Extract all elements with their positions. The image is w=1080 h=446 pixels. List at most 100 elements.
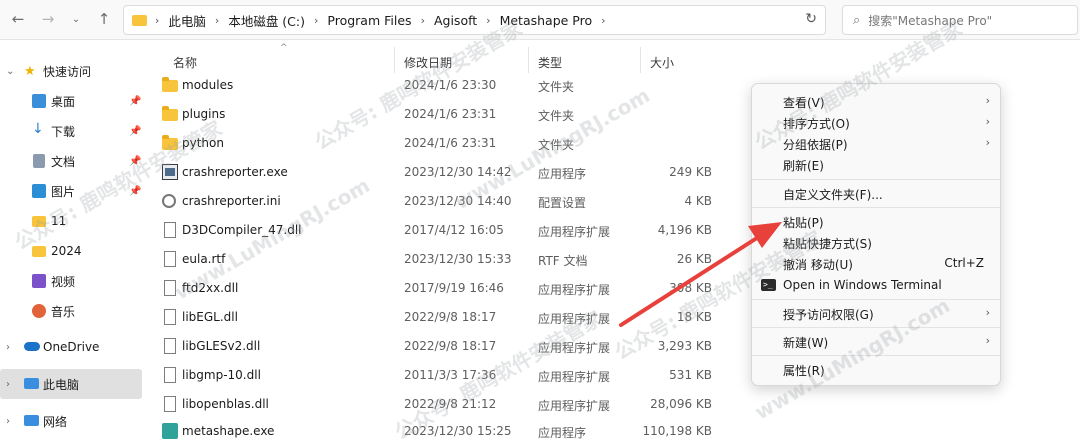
menu-item-paste[interactable]: 粘贴(P) <box>752 210 1000 232</box>
column-header-name[interactable]: 名称 <box>173 54 197 71</box>
forward-arrow-icon[interactable]: → <box>36 7 60 31</box>
file-date: 2022/9/8 18:17 <box>404 339 497 353</box>
settings-file-icon <box>162 194 176 208</box>
sidebar-item-quick-access[interactable]: ⌄ ★ 快速访问 <box>0 56 142 86</box>
chevron-right-icon: › <box>985 115 990 128</box>
chevron-down-icon[interactable]: ⌄ <box>6 66 14 77</box>
pin-icon[interactable]: 📌 <box>129 96 141 107</box>
folder-icon <box>32 216 46 227</box>
column-header-date[interactable]: 修改日期 <box>404 54 452 71</box>
sidebar-item-pictures[interactable]: 图片 📌 <box>0 176 142 206</box>
file-row[interactable]: metashape.exe 2023/12/30 15:25 应用程序 110,… <box>160 417 720 446</box>
star-icon: ★ <box>24 63 36 79</box>
pin-icon[interactable]: 📌 <box>129 126 141 137</box>
recent-chevron-icon[interactable]: ⌄ <box>64 7 88 31</box>
menu-item-properties[interactable]: 属性(R) <box>752 358 1000 380</box>
column-divider[interactable] <box>528 47 529 73</box>
file-name: libEGL.dll <box>182 310 238 324</box>
sidebar-label: 视频 <box>51 274 76 289</box>
column-header-type[interactable]: 类型 <box>538 54 562 71</box>
sidebar-item-videos[interactable]: 视频 <box>0 266 142 296</box>
sidebar-label: 下载 <box>51 124 76 139</box>
chevron-right-icon[interactable]: › <box>6 379 10 390</box>
search-placeholder: 搜索"Metashape Pro" <box>868 13 993 28</box>
menu-label: 自定义文件夹(F)... <box>783 188 883 202</box>
file-type: 文件夹 <box>538 138 575 152</box>
sidebar-item-onedrive[interactable]: › OneDrive <box>0 332 142 362</box>
file-type: 文件夹 <box>538 109 575 123</box>
file-name: eula.rtf <box>182 252 226 266</box>
menu-item-sort[interactable]: 排序方式(O) › <box>752 111 1000 133</box>
file-row[interactable]: libGLESv2.dll 2022/9/8 18:17 应用程序扩展 3,29… <box>160 332 720 361</box>
search-box[interactable]: ⌕ 搜索"Metashape Pro" <box>842 5 1078 35</box>
sidebar-item-folder-11[interactable]: 11 <box>0 206 142 236</box>
address-bar[interactable]: › 此电脑 › 本地磁盘 (C:) › Program Files › Agis… <box>123 5 826 35</box>
menu-item-new[interactable]: 新建(W) › <box>752 330 1000 352</box>
breadcrumb-this-pc[interactable]: 此电脑 <box>168 11 206 30</box>
menu-item-undo-move[interactable]: 撤消 移动(U) Ctrl+Z <box>752 252 1000 274</box>
file-name: D3DCompiler_47.dll <box>182 223 302 237</box>
file-size: 28,096 KB <box>650 397 712 411</box>
file-size: 4,196 KB <box>657 223 712 237</box>
file-row[interactable]: libopenblas.dll 2022/9/8 21:12 应用程序扩展 28… <box>160 390 720 419</box>
refresh-icon[interactable]: ↻ <box>805 11 817 27</box>
file-row[interactable]: D3DCompiler_47.dll 2017/4/12 16:05 应用程序扩… <box>160 216 720 245</box>
shortcut-key: Ctrl+Z <box>944 256 984 270</box>
up-arrow-icon[interactable]: ↑ <box>92 7 116 31</box>
file-type: 配置设置 <box>538 196 587 210</box>
file-row[interactable]: libEGL.dll 2022/9/8 18:17 应用程序扩展 18 KB <box>160 303 720 332</box>
breadcrumb-local-disk[interactable]: 本地磁盘 (C:) <box>228 11 305 30</box>
menu-item-paste-shortcut[interactable]: 粘贴快捷方式(S) <box>752 231 1000 253</box>
file-date: 2023/12/30 15:25 <box>404 424 512 438</box>
file-row[interactable]: plugins 2024/1/6 23:31 文件夹 <box>160 100 720 129</box>
sidebar-item-documents[interactable]: 文档 📌 <box>0 146 142 176</box>
breadcrumb-metashape-pro[interactable]: Metashape Pro <box>500 13 593 28</box>
file-name: modules <box>182 78 234 92</box>
file-name: libopenblas.dll <box>182 397 269 411</box>
back-arrow-icon[interactable]: ← <box>6 7 30 31</box>
file-row[interactable]: modules 2024/1/6 23:30 文件夹 <box>160 71 720 100</box>
file-name: crashreporter.ini <box>182 194 281 208</box>
chevron-right-icon[interactable]: › <box>6 416 10 427</box>
sidebar-label: 11 <box>51 214 67 228</box>
pin-icon[interactable]: 📌 <box>129 156 141 167</box>
file-size: 110,198 KB <box>642 424 712 438</box>
file-date: 2024/1/6 23:30 <box>404 78 497 92</box>
sidebar-item-network[interactable]: › 网络 <box>0 406 142 436</box>
menu-item-give-access[interactable]: 授予访问权限(G) › <box>752 302 1000 324</box>
sort-up-icon: ^ <box>280 43 288 53</box>
file-size: 4 KB <box>684 194 712 208</box>
menu-divider <box>752 207 1000 208</box>
breadcrumb-program-files[interactable]: Program Files <box>327 13 411 28</box>
breadcrumb-agisoft[interactable]: Agisoft <box>434 13 477 28</box>
file-row[interactable]: python 2024/1/6 23:31 文件夹 <box>160 129 720 158</box>
sidebar-item-music[interactable]: 音乐 <box>0 296 142 326</box>
menu-item-open-terminal[interactable]: >_ Open in Windows Terminal <box>752 274 1000 296</box>
file-name: libgmp-10.dll <box>182 368 261 382</box>
file-name: plugins <box>182 107 226 121</box>
file-row[interactable]: ftd2xx.dll 2017/9/19 16:46 应用程序扩展 308 KB <box>160 274 720 303</box>
file-row[interactable]: crashreporter.ini 2023/12/30 14:40 配置设置 … <box>160 187 720 216</box>
menu-item-view[interactable]: 查看(V) › <box>752 90 1000 112</box>
column-divider[interactable] <box>640 47 641 73</box>
menu-item-group[interactable]: 分组依据(P) › <box>752 132 1000 154</box>
sidebar-item-this-pc[interactable]: › 此电脑 <box>0 369 142 399</box>
menu-item-refresh[interactable]: 刷新(E) <box>752 153 1000 175</box>
file-row[interactable]: libgmp-10.dll 2011/3/3 17:36 应用程序扩展 531 … <box>160 361 720 390</box>
chevron-right-icon[interactable]: › <box>6 342 10 353</box>
sidebar-item-downloads[interactable]: ↓ 下载 📌 <box>0 116 142 146</box>
file-row[interactable]: eula.rtf 2023/12/30 15:33 RTF 文档 26 KB <box>160 245 720 274</box>
folder-icon <box>132 14 147 26</box>
file-date: 2022/9/8 18:17 <box>404 310 497 324</box>
file-type: 应用程序扩展 <box>538 225 611 239</box>
sidebar-item-folder-2024[interactable]: 2024 <box>0 236 142 266</box>
sidebar-item-desktop[interactable]: 桌面 📌 <box>0 86 142 116</box>
menu-label: Open in Windows Terminal <box>783 278 942 292</box>
pin-icon[interactable]: 📌 <box>129 186 141 197</box>
column-divider[interactable] <box>394 47 395 73</box>
column-header-size[interactable]: 大小 <box>650 54 674 71</box>
dll-file-icon <box>164 396 176 412</box>
file-row[interactable]: crashreporter.exe 2023/12/30 14:42 应用程序 … <box>160 158 720 187</box>
menu-item-customize-folder[interactable]: 自定义文件夹(F)... <box>752 182 1000 204</box>
file-date: 2011/3/3 17:36 <box>404 368 497 382</box>
